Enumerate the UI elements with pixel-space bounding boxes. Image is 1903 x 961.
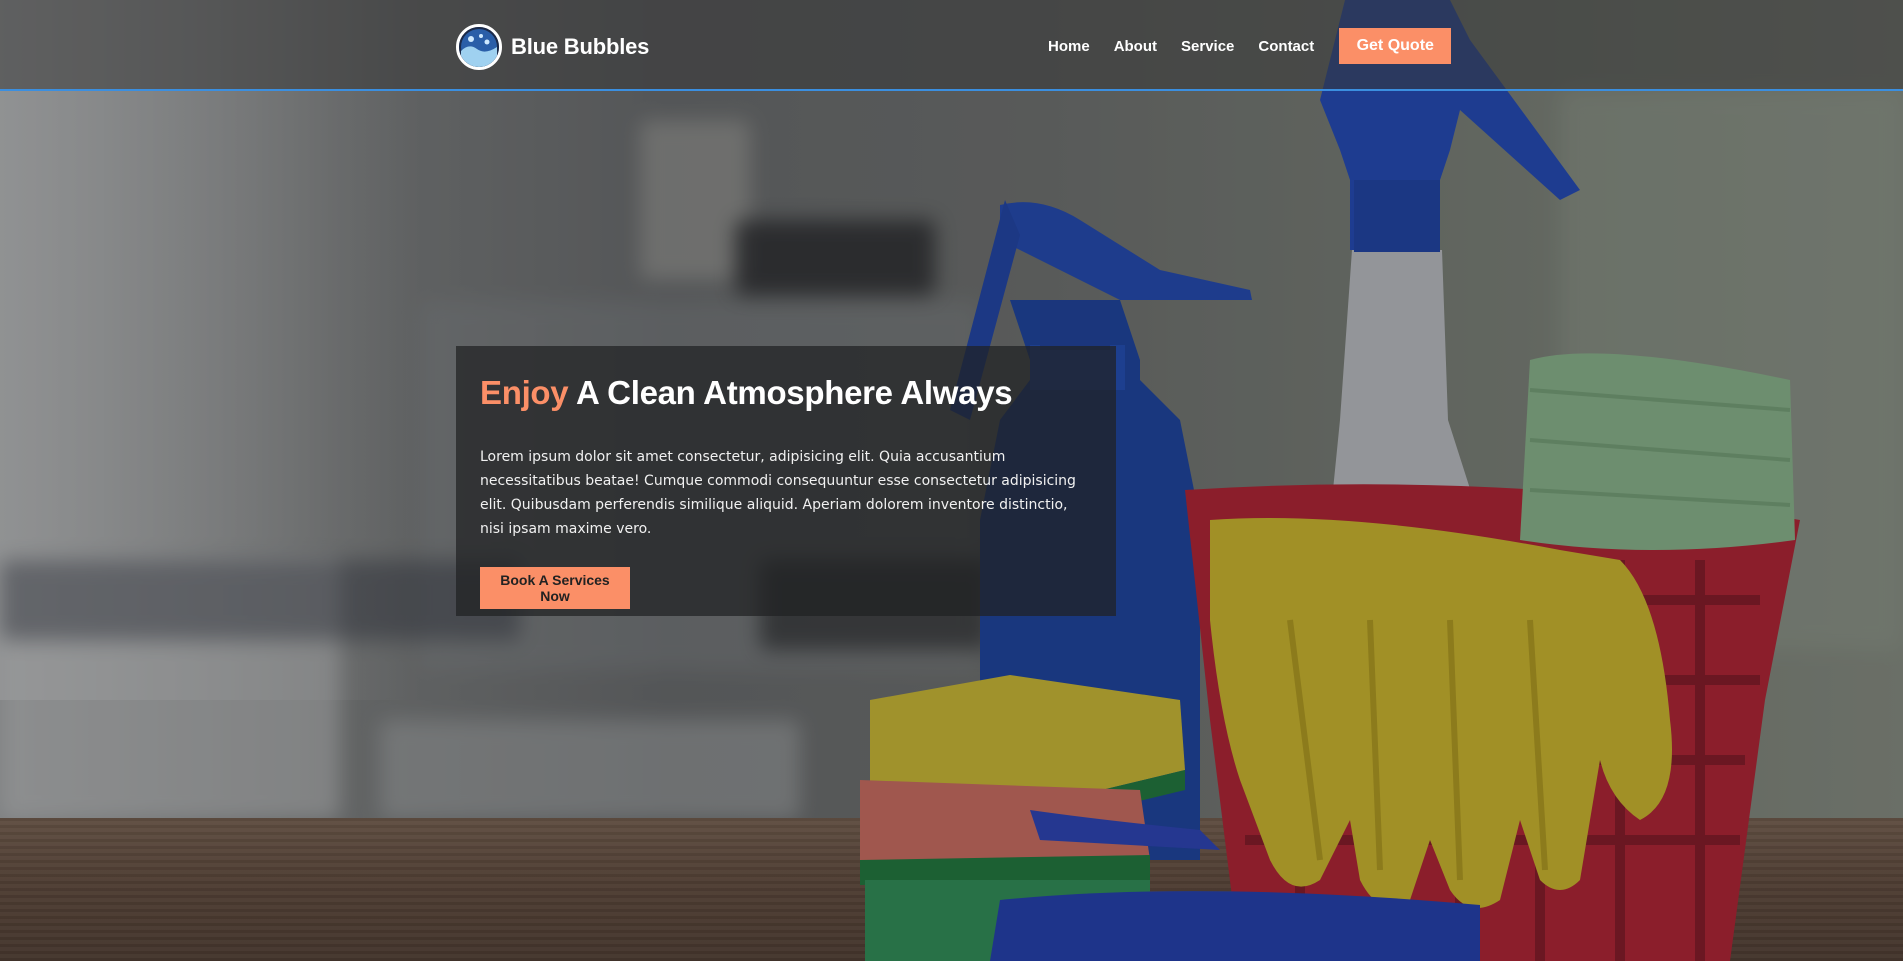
hero-headline: Enjoy A Clean Atmosphere Always bbox=[480, 373, 1092, 413]
nav-home[interactable]: Home bbox=[1048, 38, 1090, 55]
nav-about[interactable]: About bbox=[1114, 38, 1157, 55]
hero-card: Enjoy A Clean Atmosphere Always Lorem ip… bbox=[456, 346, 1116, 616]
nav-service[interactable]: Service bbox=[1181, 38, 1234, 55]
brand-link[interactable]: Blue Bubbles bbox=[456, 22, 649, 72]
brand-name: Blue Bubbles bbox=[511, 34, 650, 59]
main-nav: Home About Service Contact Get Quote bbox=[1048, 28, 1452, 64]
nav-contact[interactable]: Contact bbox=[1258, 38, 1314, 55]
get-quote-button[interactable]: Get Quote bbox=[1339, 28, 1452, 64]
hero-description: Lorem ipsum dolor sit amet consectetur, … bbox=[480, 449, 1076, 537]
site-header: Blue Bubbles Home About Service Contact … bbox=[0, 0, 1903, 91]
bubbles-logo-icon bbox=[456, 24, 502, 70]
hero-headline-rest: A Clean Atmosphere Always bbox=[568, 374, 1013, 411]
hero-headline-accent: Enjoy bbox=[480, 374, 569, 411]
book-services-button[interactable]: Book A Services Now bbox=[480, 567, 630, 609]
